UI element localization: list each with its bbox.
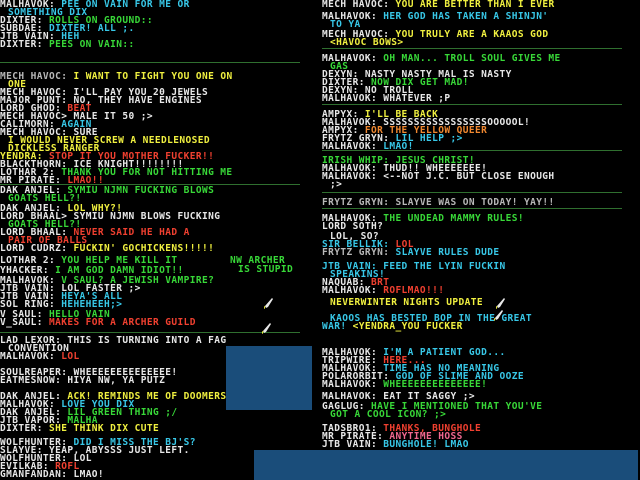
chat-message: ;> — [330, 179, 343, 190]
chat-message: YHACKER: I AM GOD DAMN IDIOT!! — [0, 266, 184, 276]
chat-text: I WANT TO FIGHT YOU ONE ON — [73, 71, 233, 82]
chat-text: HER GOD HAS TAKEN A SHINJN' — [383, 11, 549, 22]
chat-text: PEES ON VAIN:: — [48, 39, 135, 50]
chat-text: SYMIU NJMN FUCKING BLOWS — [67, 185, 215, 196]
side-note: IS STUPID — [238, 264, 294, 275]
chat-message: <HAVOC BOWS> — [330, 37, 404, 48]
chat-speaker: DIXTER: — [0, 423, 43, 434]
chat-divider — [322, 192, 622, 193]
chat-text: HIYA NW, YA PUTZ — [67, 375, 166, 386]
quill-icon — [496, 298, 505, 309]
chat-message: MALHAVOK: WHEEEEEEEEEEEEEE! — [322, 379, 488, 390]
chat-message: DIXTER: PEES ON VAIN:: — [0, 39, 135, 50]
chat-speaker: MALHAVOK: — [0, 351, 56, 362]
chat-speaker: MALHAVOK: — [322, 379, 378, 390]
chat-text: LMAO! — [73, 469, 105, 480]
chat-speaker: JTB VAIN: — [322, 439, 378, 450]
chat-divider — [322, 208, 622, 209]
chat-divider — [0, 62, 300, 63]
chat-speaker: DIXTER: — [0, 39, 43, 50]
chat-message: JTB VAIN: BUNGHOLE! LMAO — [322, 439, 469, 450]
chat-text: NO, THEY HAVE ENGINES — [73, 95, 202, 106]
chat-text: BUNGHOLE! LMAO — [383, 439, 469, 450]
quill-icon — [264, 298, 273, 309]
chat-divider — [322, 150, 622, 151]
chat-text: YOU TRULY ARE A KAAOS GOD — [395, 29, 549, 40]
chat-text: <HAVOC BOWS> — [330, 37, 404, 48]
side-note-text: IS STUPID — [238, 264, 294, 275]
chat-speaker: MALHAVOK: — [322, 93, 378, 104]
chat-text: LOL — [61, 351, 80, 362]
chat-message: MALHAVOK: LOL — [0, 351, 80, 362]
chat-speaker: LORD CUDRZ: — [0, 243, 68, 254]
chat-text: FEED THE LYIN FUCKIN — [383, 261, 506, 272]
chat-message: GOT A COOL ICON? ;> — [330, 409, 447, 420]
chat-text: ;> — [330, 179, 343, 190]
blue-highlight-bar — [254, 450, 638, 480]
chat-speaker: V_SAUL: — [0, 317, 43, 328]
chat-message: DIXTER: SHE THINK DIX CUTE — [0, 423, 160, 434]
chat-speaker: MECH HAVOC: — [322, 0, 390, 10]
chat-message: EATMESNOW: HIYA NW, YA PUTZ — [0, 375, 166, 386]
chat-text: NEVERWINTER NIGHTS UPDATE — [330, 297, 483, 308]
chat-message: MALHAVOK: WHATEVER ;P — [322, 93, 451, 104]
chat-message: GMANFANDAN: LMAO! — [0, 469, 105, 480]
chat-message: MALHAVOK: <--NOT J.C. BUT CLOSE ENOUGH — [322, 171, 555, 182]
chat-message: LORD CUDRZ: FUCKIN' GOCHICKENS!!!!! — [0, 243, 215, 254]
chat-speaker: FRYTZ GRYN: — [322, 197, 390, 208]
chat-log-screen: MALHAVOK: PEE ON VAIN FOR ME OR SOMETHING… — [0, 0, 640, 480]
chat-text: <YENDRA_YOU FUCKER — [352, 321, 463, 332]
chat-speaker: MALHAVOK: — [322, 285, 378, 296]
chat-text: OH MAN... TROLL SOUL GIVES ME — [383, 53, 561, 64]
chat-message: MECH HAVOC: I WANT TO FIGHT YOU ONE ON — [0, 71, 233, 82]
blue-highlight-bar — [226, 346, 312, 410]
chat-message: TO YA — [330, 20, 361, 30]
chat-message: WAR! <YENDRA_YOU FUCKER — [322, 321, 463, 332]
chat-text: YOU ARE BETTER THAN I EVER — [395, 0, 555, 10]
chat-speaker: GMANFANDAN: — [0, 469, 68, 480]
chat-message: LORD SOTH? — [322, 222, 383, 232]
chat-text: THE UNDEAD MAMMY RULES! — [383, 213, 524, 224]
chat-text: NEVER SAID HE HAD A — [73, 227, 190, 238]
chat-text: THIS IS TURNING INTO A FAG — [67, 335, 227, 346]
chat-text: SLAYVE RULES DUDE — [395, 247, 500, 258]
quill-icon — [262, 323, 271, 334]
chat-text: ROFLMAO!!! — [383, 285, 445, 296]
chat-divider — [322, 104, 622, 105]
chat-message: NEVERWINTER NIGHTS UPDATE — [330, 297, 483, 308]
chat-text: WHEEEEEEEEEEEEEE! — [383, 379, 488, 390]
chat-divider — [322, 48, 622, 49]
chat-text: SYMIU NJMN BLOWS FUCKING — [73, 211, 221, 222]
chat-text: MAKES FOR A ARCHER GUILD — [48, 317, 196, 328]
chat-message: FRYTZ GRYN: SLAYVE RULES DUDE — [322, 247, 500, 258]
chat-message: V_SAUL: MAKES FOR A ARCHER GUILD — [0, 317, 196, 328]
quill-icon — [494, 310, 503, 321]
chat-text: SLAYVE WAS ON TODAY! YAY!! — [395, 197, 555, 208]
chat-speaker: WAR! — [322, 321, 347, 332]
chat-message: GOATS HELL?! — [8, 194, 81, 204]
chat-text: SHE THINK DIX CUTE — [48, 423, 160, 434]
chat-text: FUCKIN' GOCHICKENS!!!!! — [73, 243, 215, 254]
chat-message: SOL RING: HEHEHEEH;> — [0, 300, 122, 310]
chat-text: <--NOT J.C. BUT CLOSE ENOUGH — [383, 171, 555, 182]
chat-speaker: EATMESNOW: — [0, 375, 62, 386]
chat-message: MALHAVOK: EAT IT SAGGY ;> — [322, 392, 475, 402]
chat-speaker: FRYTZ GRYN: — [322, 247, 390, 258]
chat-divider — [0, 184, 300, 185]
chat-text: WHATEVER ;P — [383, 93, 451, 104]
chat-text: GOT A COOL ICON? ;> — [330, 409, 447, 420]
chat-message: MALHAVOK: ROFLMAO!!! — [322, 285, 445, 296]
chat-message: MALHAVOK: OH MAN... TROLL SOUL GIVES ME — [322, 53, 561, 64]
chat-message: FRYTZ GRYN: SLAYVE WAS ON TODAY! YAY!! — [322, 197, 555, 208]
chat-message: LOTHAR 2: YOU HELP ME KILL IT — [0, 256, 177, 266]
chat-message: MECH HAVOC: YOU ARE BETTER THAN I EVER — [322, 0, 555, 9]
chat-divider — [0, 332, 300, 333]
